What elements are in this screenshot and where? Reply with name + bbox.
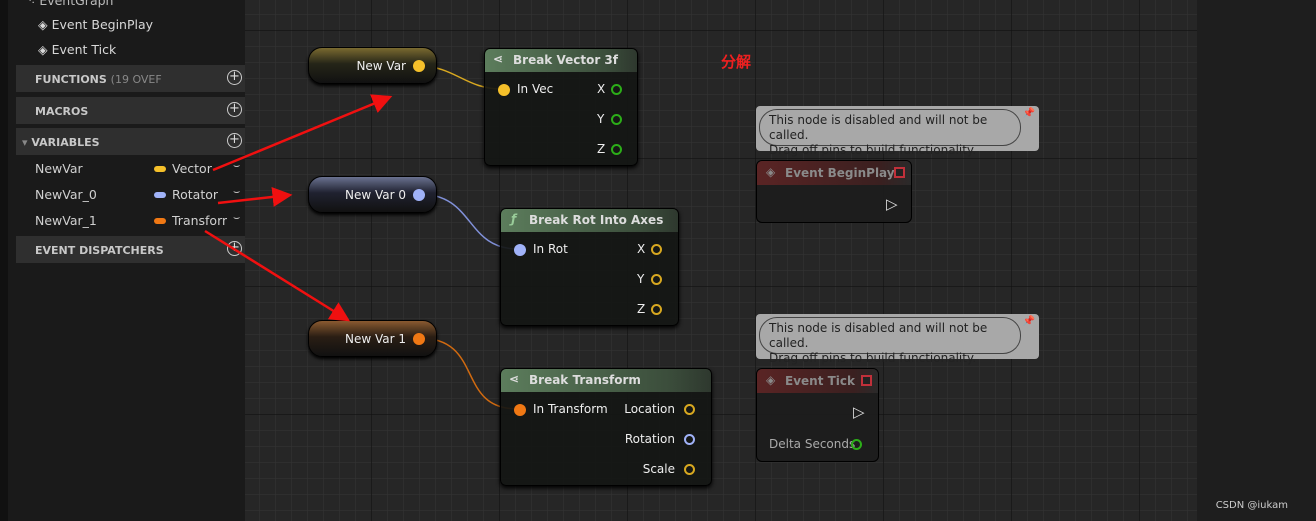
output-pin-delta[interactable] bbox=[851, 439, 862, 450]
break-transform-node[interactable]: ⋖ Break Transform In Transform Location R… bbox=[500, 368, 712, 486]
tree-event-beginplay[interactable]: ◈ Event BeginPlay bbox=[38, 17, 153, 32]
event-beginplay-node[interactable]: ◈ Event BeginPlay ▷ bbox=[756, 160, 912, 223]
disabled-comment-bubble: This node is disabled and will not be ca… bbox=[756, 314, 1039, 365]
output-pin[interactable] bbox=[413, 333, 425, 345]
tree-eventgraph[interactable]: ⁖ EventGraph bbox=[28, 0, 113, 8]
output-pin-x[interactable] bbox=[651, 244, 662, 255]
output-pin-z[interactable] bbox=[611, 144, 622, 155]
eye-closed-icon[interactable]: ⌣ bbox=[233, 159, 240, 173]
event-tick-node[interactable]: ◈ Event Tick ▷ Delta Seconds bbox=[756, 368, 879, 462]
var-node-newvar-0[interactable]: New Var 0 bbox=[308, 176, 437, 213]
add-dispatcher-icon[interactable]: + bbox=[227, 241, 242, 256]
section-macros[interactable]: MACROS + bbox=[16, 97, 252, 124]
input-pin[interactable] bbox=[514, 404, 526, 416]
section-variables[interactable]: ▾ VARIABLES + bbox=[16, 128, 252, 155]
annotation-text: 分解 bbox=[721, 53, 752, 71]
exec-pin-icon[interactable]: ▷ bbox=[886, 195, 898, 213]
output-pin-scale[interactable] bbox=[684, 464, 695, 475]
section-functions[interactable]: FUNCTIONS (19 OVEF + bbox=[16, 65, 252, 92]
input-pin[interactable] bbox=[514, 244, 526, 256]
input-pin[interactable] bbox=[498, 84, 510, 96]
break-vector-node[interactable]: ⋖ Break Vector 3f In Vec X Y Z bbox=[484, 48, 638, 166]
output-pin-y[interactable] bbox=[651, 274, 662, 285]
output-pin-location[interactable] bbox=[684, 404, 695, 415]
event-diamond-icon: ◈ bbox=[38, 42, 52, 57]
my-blueprint-panel: ⁖ EventGraph ◈ Event BeginPlay ◈ Event T… bbox=[0, 0, 252, 521]
collapse-arrow-icon: ▾ bbox=[22, 136, 32, 149]
function-icon: ƒ bbox=[511, 212, 517, 226]
watermark: CSDN @iukam bbox=[1215, 500, 1288, 511]
type-color-dot bbox=[154, 192, 166, 198]
event-diamond-icon: ◈ bbox=[766, 165, 776, 179]
var-node-newvar[interactable]: New Var bbox=[308, 47, 437, 84]
break-struct-icon: ⋖ bbox=[493, 52, 504, 66]
type-color-dot bbox=[154, 166, 166, 172]
variable-newvar-0[interactable]: NewVar_0 Rotator ⌣ bbox=[35, 185, 250, 205]
break-struct-icon: ⋖ bbox=[509, 372, 520, 386]
graph-icon: ⁖ bbox=[28, 0, 40, 8]
event-diamond-icon: ◈ bbox=[38, 17, 52, 32]
break-rot-node[interactable]: ƒ Break Rot Into Axes In Rot X Y Z bbox=[500, 208, 679, 326]
output-pin[interactable] bbox=[413, 60, 425, 72]
add-variable-icon[interactable]: + bbox=[227, 133, 242, 148]
event-diamond-icon: ◈ bbox=[766, 373, 776, 387]
tree-event-tick[interactable]: ◈ Event Tick bbox=[38, 42, 116, 57]
output-pin-z[interactable] bbox=[651, 304, 662, 315]
disabled-comment-bubble: This node is disabled and will not be ca… bbox=[756, 106, 1039, 157]
output-pin[interactable] bbox=[413, 189, 425, 201]
section-event-dispatchers[interactable]: EVENT DISPATCHERS + bbox=[16, 236, 252, 263]
output-pin-y[interactable] bbox=[611, 114, 622, 125]
disabled-square-icon bbox=[894, 167, 905, 178]
type-color-dot bbox=[154, 218, 166, 224]
pin-icon[interactable]: 📌 bbox=[1023, 108, 1035, 119]
eye-closed-icon[interactable]: ⌣ bbox=[233, 211, 240, 225]
eye-closed-icon[interactable]: ⌣ bbox=[233, 185, 240, 199]
add-function-icon[interactable]: + bbox=[227, 70, 242, 85]
add-macro-icon[interactable]: + bbox=[227, 102, 242, 117]
exec-pin-icon[interactable]: ▷ bbox=[853, 403, 865, 421]
output-pin-x[interactable] bbox=[611, 84, 622, 95]
variable-newvar[interactable]: NewVar Vector ⌣ bbox=[35, 159, 250, 179]
blueprint-graph-canvas[interactable]: New Var New Var 0 New Var 1 ⋖ Break Vecto… bbox=[245, 0, 1197, 521]
right-panel: CSDN @iukam bbox=[1197, 0, 1316, 521]
pin-icon[interactable]: 📌 bbox=[1023, 316, 1035, 327]
variable-newvar-1[interactable]: NewVar_1Transform⌣ bbox=[35, 211, 250, 231]
var-node-newvar-1[interactable]: New Var 1 bbox=[308, 320, 437, 357]
disabled-square-icon bbox=[861, 375, 872, 386]
output-pin-rotation[interactable] bbox=[684, 434, 695, 445]
